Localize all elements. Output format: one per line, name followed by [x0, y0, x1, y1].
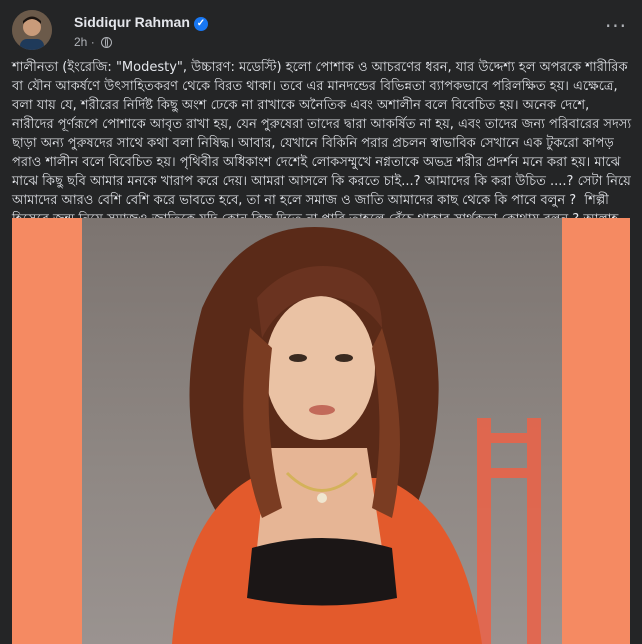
photo-illustration: [172, 227, 541, 644]
verified-badge-icon: ✓: [193, 17, 208, 31]
post-time[interactable]: 2h: [74, 35, 87, 49]
post-meta: 2h ·: [74, 35, 113, 49]
post-photo[interactable]: [12, 218, 630, 644]
post-card: Siddiqur Rahman ✓ 2h · ··· শালীনতা (ইংরেজ…: [0, 0, 642, 644]
globe-icon: [101, 37, 113, 48]
author-avatar[interactable]: [12, 10, 52, 50]
avatar-image: [12, 10, 52, 50]
more-options-icon[interactable]: ···: [602, 16, 630, 44]
post-header: Siddiqur Rahman ✓ 2h · ···: [12, 10, 630, 52]
author-name[interactable]: Siddiqur Rahman: [74, 14, 190, 30]
photo-content: [82, 218, 562, 644]
author-name-row: Siddiqur Rahman ✓: [74, 14, 208, 31]
